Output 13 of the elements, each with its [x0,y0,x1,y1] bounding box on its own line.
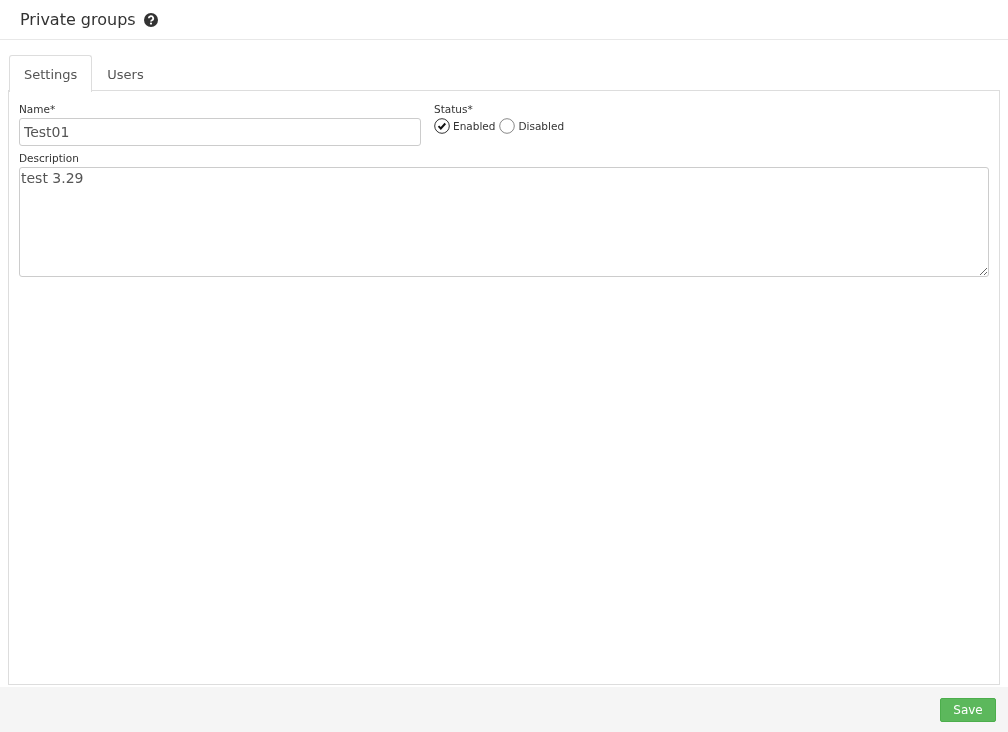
field-label: Name* [19,103,57,115]
page-title: Private groups [20,10,136,29]
field-label: Status* [434,103,474,115]
radio-label[interactable]: Disabled [518,120,565,132]
tab[interactable]: Users [92,55,159,92]
radio-button[interactable] [434,118,450,134]
radio-label[interactable]: Enabled [453,120,496,132]
help-icon[interactable] [143,12,158,27]
name-field[interactable]: Test01 [19,118,421,146]
radio-button[interactable] [499,118,516,134]
description-field[interactable]: test 3.29 [19,167,989,277]
field-label: Description [19,152,80,164]
tab[interactable]: Settings [9,55,93,92]
